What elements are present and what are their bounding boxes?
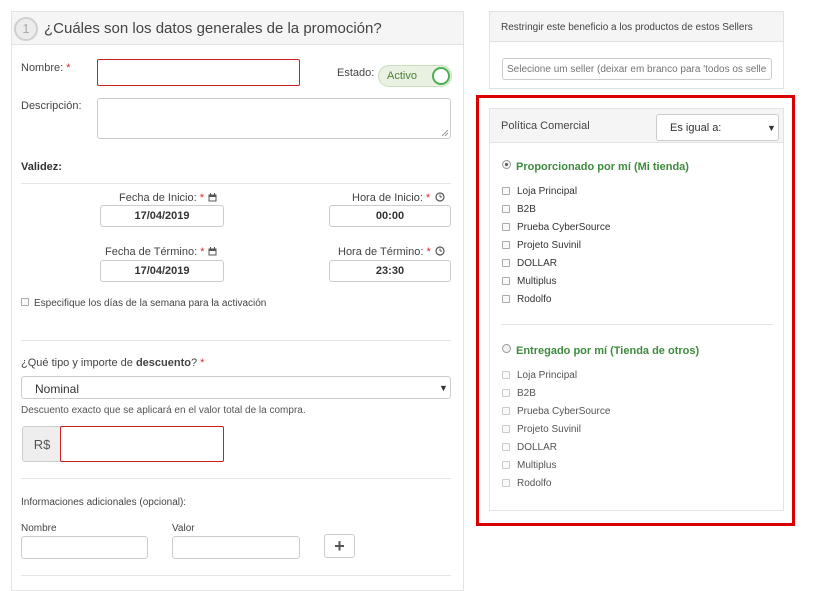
currency-addon: R$ xyxy=(22,426,62,462)
discount-question-suffix: ? xyxy=(190,357,198,369)
general-data-panel: 1 ¿Cuáles son los datos generales de la … xyxy=(11,11,464,591)
name-label: Nombre: * xyxy=(21,62,71,74)
add-info-button[interactable]: + xyxy=(324,534,355,558)
discount-question-prefix: ¿Qué tipo y importe de xyxy=(21,357,136,369)
section-title: ¿Cuáles son los datos generales de la pr… xyxy=(44,20,382,37)
start-time-label: Hora de Inicio: * xyxy=(352,192,430,204)
end-date-label: Fecha de Término: * xyxy=(105,246,204,258)
additional-value-label: Valor xyxy=(172,523,195,534)
validity-title: Validez: xyxy=(21,161,62,173)
clock-icon xyxy=(435,246,445,256)
status-label: Estado: xyxy=(337,67,375,79)
additional-info-label: Informaciones adicionales (opcional): xyxy=(21,497,187,508)
sellers-header: Restringir este beneficio a los producto… xyxy=(490,12,783,42)
highlight-box xyxy=(476,95,795,526)
resize-handle-icon xyxy=(441,129,449,137)
discount-help-text: Descuento exacto que se aplicará en el v… xyxy=(21,405,306,416)
description-textarea[interactable] xyxy=(97,98,451,139)
additional-name-input[interactable] xyxy=(21,536,148,559)
name-label-text: Nombre: xyxy=(21,62,64,74)
discount-question-bold: descuento xyxy=(135,357,191,369)
discount-question: ¿Qué tipo y importe de descuento? * xyxy=(21,357,204,369)
panel-header: 1 ¿Cuáles son los datos generales de la … xyxy=(12,12,463,45)
name-input[interactable] xyxy=(97,59,300,86)
additional-value-input[interactable] xyxy=(172,536,300,559)
end-time-label-text: Hora de Término: xyxy=(338,246,424,258)
divider xyxy=(21,340,451,341)
required-mark: * xyxy=(200,246,205,258)
required-mark: * xyxy=(200,357,205,369)
discount-type-value: Nominal xyxy=(35,382,80,396)
calendar-icon xyxy=(208,193,217,202)
status-toggle[interactable]: Activo xyxy=(378,65,452,87)
clock-icon xyxy=(435,192,445,202)
end-date-label-text: Fecha de Término: xyxy=(105,246,198,258)
step-number-badge: 1 xyxy=(14,17,38,41)
discount-amount-input[interactable] xyxy=(60,426,224,462)
calendar-icon xyxy=(208,247,217,256)
start-date-label-text: Fecha de Inicio: xyxy=(119,192,197,204)
divider xyxy=(21,478,451,479)
divider xyxy=(21,575,451,576)
end-time-input[interactable]: 23:30 xyxy=(329,260,451,282)
description-label: Descripción: xyxy=(21,100,82,112)
start-date-label: Fecha de Inicio: * xyxy=(119,192,204,204)
end-date-input[interactable]: 17/04/2019 xyxy=(100,260,224,282)
sellers-title: Restringir este beneficio a los producto… xyxy=(501,22,753,33)
required-mark: * xyxy=(66,62,71,74)
weekdays-checkbox-label: Especifique los días de la semana para l… xyxy=(34,298,267,309)
start-time-input[interactable]: 00:00 xyxy=(329,205,451,227)
end-time-label: Hora de Término: * xyxy=(338,246,431,258)
required-mark: * xyxy=(426,246,431,258)
additional-name-label: Nombre xyxy=(21,523,57,534)
start-date-input[interactable]: 17/04/2019 xyxy=(100,205,224,227)
discount-type-select[interactable]: Nominal ▼ xyxy=(21,376,451,399)
chevron-down-icon: ▼ xyxy=(439,383,448,393)
seller-search-input[interactable] xyxy=(502,58,772,80)
sellers-panel: Restringir este beneficio a los producto… xyxy=(489,11,784,89)
required-mark: * xyxy=(199,192,204,204)
divider xyxy=(21,183,451,184)
toggle-knob xyxy=(432,67,450,85)
start-time-label-text: Hora de Inicio: xyxy=(352,192,423,204)
weekdays-checkbox[interactable] xyxy=(21,298,29,306)
status-toggle-text: Activo xyxy=(387,70,417,82)
required-mark: * xyxy=(426,192,431,204)
